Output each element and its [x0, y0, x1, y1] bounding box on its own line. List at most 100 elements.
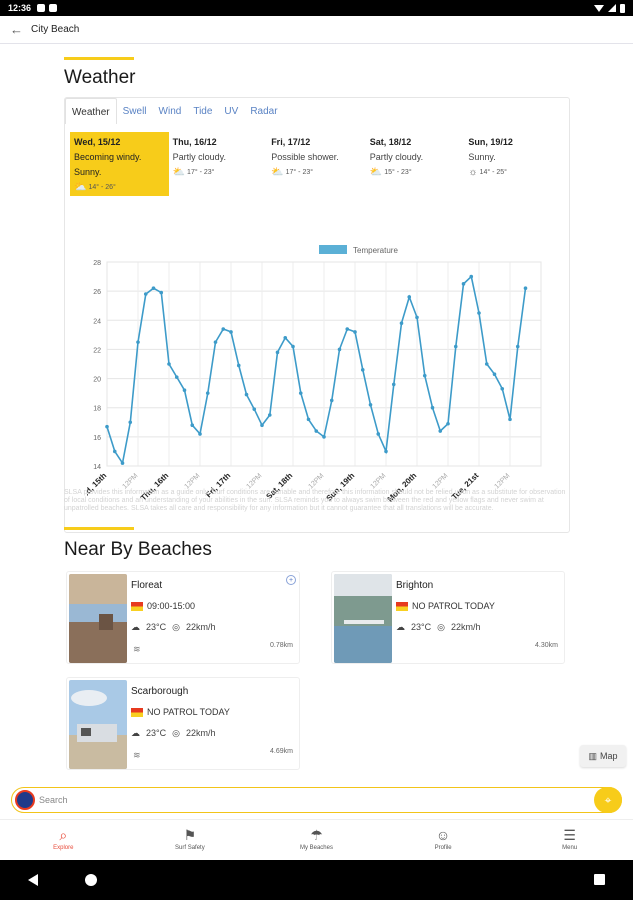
temp-range: 17° - 23° — [285, 169, 314, 176]
x-tick-label: 12PM — [122, 472, 140, 490]
temperature-point — [267, 413, 272, 417]
status-bar: 12:36 — [0, 0, 633, 16]
temp-range: 14° - 25° — [479, 169, 507, 176]
bottom-nav: ⌕ Explore ⚑ Surf Safety ☂ My Beaches ☺ Profi… — [0, 819, 633, 859]
battery-icon — [620, 3, 625, 13]
temperature-point — [105, 424, 109, 429]
umbrella-icon: ☂ — [310, 827, 323, 843]
menu-icon: ☰ — [563, 827, 576, 843]
notification-icon — [49, 4, 58, 12]
system-back-icon[interactable] — [28, 874, 38, 886]
tab-uv[interactable]: UV — [218, 98, 244, 124]
swell-icon: ≋ — [133, 644, 141, 654]
nav-explore[interactable]: ⌕ Explore — [0, 820, 127, 859]
temperature-point — [244, 392, 249, 397]
forecast-day[interactable]: Sun, 19/12 Sunny. ☼ 14° - 25° — [464, 132, 563, 196]
beach-wind: 22km/h — [185, 728, 216, 738]
forecast-day[interactable]: Fri, 17/12 Possible shower. ⛅ 17° - 23° — [267, 132, 366, 196]
map-button[interactable]: ▥ Map — [580, 745, 626, 767]
temperature-point — [190, 423, 195, 427]
signal-icon — [608, 4, 616, 12]
swell-icon: ≋ — [133, 750, 141, 760]
temperature-point — [438, 429, 443, 433]
forecast-day[interactable]: Wed, 15/12 Becoming windy. Sunny. ⛅ 14° -… — [70, 132, 169, 196]
search-input[interactable] — [39, 792, 579, 808]
beach-card-scarborough[interactable]: Scarborough NO PATROL TODAY ☁ 23°C ◎ 22km/h… — [66, 677, 300, 770]
patrol-flag-icon — [131, 707, 143, 717]
nav-label: Surf Safety — [175, 845, 205, 851]
tab-weather[interactable]: Weather — [65, 98, 117, 124]
section-accent-bar — [64, 57, 134, 60]
patrol-status: 09:00-15:00 — [147, 601, 196, 611]
beach-card-floreat[interactable]: Floreat + 09:00-15:00 ☁ 23°C ◎ 22km/h ≋ 0.7… — [66, 571, 300, 664]
scroll-content[interactable]: Weather Weather Swell Wind Tide UV Radar… — [0, 45, 633, 785]
y-tick-label: 22 — [93, 347, 101, 354]
tab-wind[interactable]: Wind — [153, 98, 188, 124]
tab-radar[interactable]: Radar — [244, 98, 283, 124]
day-name: Fri, 17/12 — [271, 137, 311, 147]
forecast-day[interactable]: Sat, 18/12 Partly cloudy. ⛅ 15° - 23° — [366, 132, 465, 196]
forecast-day[interactable]: Thu, 16/12 Partly cloudy. ⛅ 17° - 23° — [169, 132, 268, 196]
temperature-point — [298, 391, 303, 395]
back-arrow-icon[interactable]: ← — [10, 22, 23, 37]
day-name: Sat, 18/12 — [369, 137, 412, 147]
temp-range: 14° - 26° — [88, 184, 116, 191]
beach-photo — [69, 574, 127, 663]
x-tick-label: 12PM — [370, 472, 388, 490]
status-time: 12:36 — [8, 3, 32, 13]
nav-surf-safety[interactable]: ⚑ Surf Safety — [127, 820, 254, 859]
temperature-point — [128, 420, 133, 425]
favorite-icon[interactable]: + — [286, 575, 296, 585]
wind-icon: ◎ — [172, 728, 180, 738]
map-icon: ▥ — [588, 750, 597, 761]
weather-icon: ☁ — [131, 622, 140, 632]
legend-swatch — [319, 245, 347, 254]
nav-menu[interactable]: ☰ Menu — [506, 820, 633, 859]
temperature-point — [182, 388, 187, 393]
temperature-point — [291, 344, 295, 349]
notification-icon — [37, 4, 46, 12]
temperature-point — [112, 449, 117, 454]
day-desc: Partly cloudy. — [172, 152, 226, 162]
wind-icon: ◎ — [437, 622, 445, 632]
weather-tabs: Weather Swell Wind Tide UV Radar — [65, 98, 284, 124]
temperature-point — [337, 347, 342, 352]
temperature-point — [229, 330, 233, 334]
weather-icon: ☁ — [396, 622, 405, 632]
temperature-point — [345, 327, 350, 331]
temperature-point — [384, 449, 388, 454]
system-home-icon[interactable] — [85, 874, 97, 886]
beach-photo — [69, 680, 127, 769]
temperature-point — [275, 350, 280, 355]
beach-card-brighton[interactable]: Brighton NO PATROL TODAY ☁ 23°C ◎ 22km/h 4.… — [331, 571, 565, 664]
temperature-point — [360, 368, 365, 372]
x-tick-label: 12PM — [184, 472, 202, 490]
day-name: Sun, 19/12 — [468, 137, 513, 147]
beach-name: Brighton — [396, 580, 434, 591]
temperature-point — [322, 435, 326, 439]
temperature-point — [198, 432, 202, 436]
temperature-point — [477, 311, 481, 315]
forecast-days: Wed, 15/12 Becoming windy. Sunny. ⛅ 14° -… — [70, 132, 564, 196]
temperature-point — [523, 286, 528, 291]
temperature-point — [159, 290, 164, 295]
patrol-flag-icon — [396, 601, 408, 611]
nav-profile[interactable]: ☺ Profile — [380, 820, 507, 859]
temperature-point — [492, 372, 497, 376]
temperature-point — [469, 274, 474, 279]
system-recents-icon[interactable] — [594, 874, 605, 885]
nav-label: Profile — [434, 845, 452, 851]
temperature-point — [314, 429, 319, 433]
locate-icon[interactable]: ⌖ — [594, 787, 622, 813]
tab-swell[interactable]: Swell — [117, 98, 153, 124]
temperature-point — [252, 407, 257, 411]
legend-label: Temperature — [353, 246, 398, 255]
tab-tide[interactable]: Tide — [187, 98, 218, 124]
y-tick-label: 28 — [93, 260, 101, 267]
search-icon: ⌕ — [59, 827, 68, 843]
nav-my-beaches[interactable]: ☂ My Beaches — [253, 820, 380, 859]
disclaimer-text: SLSA provides this information as a guid… — [64, 489, 566, 512]
temperature-point — [221, 327, 226, 331]
section-accent-bar — [64, 527, 134, 530]
y-tick-label: 18 — [93, 406, 101, 413]
